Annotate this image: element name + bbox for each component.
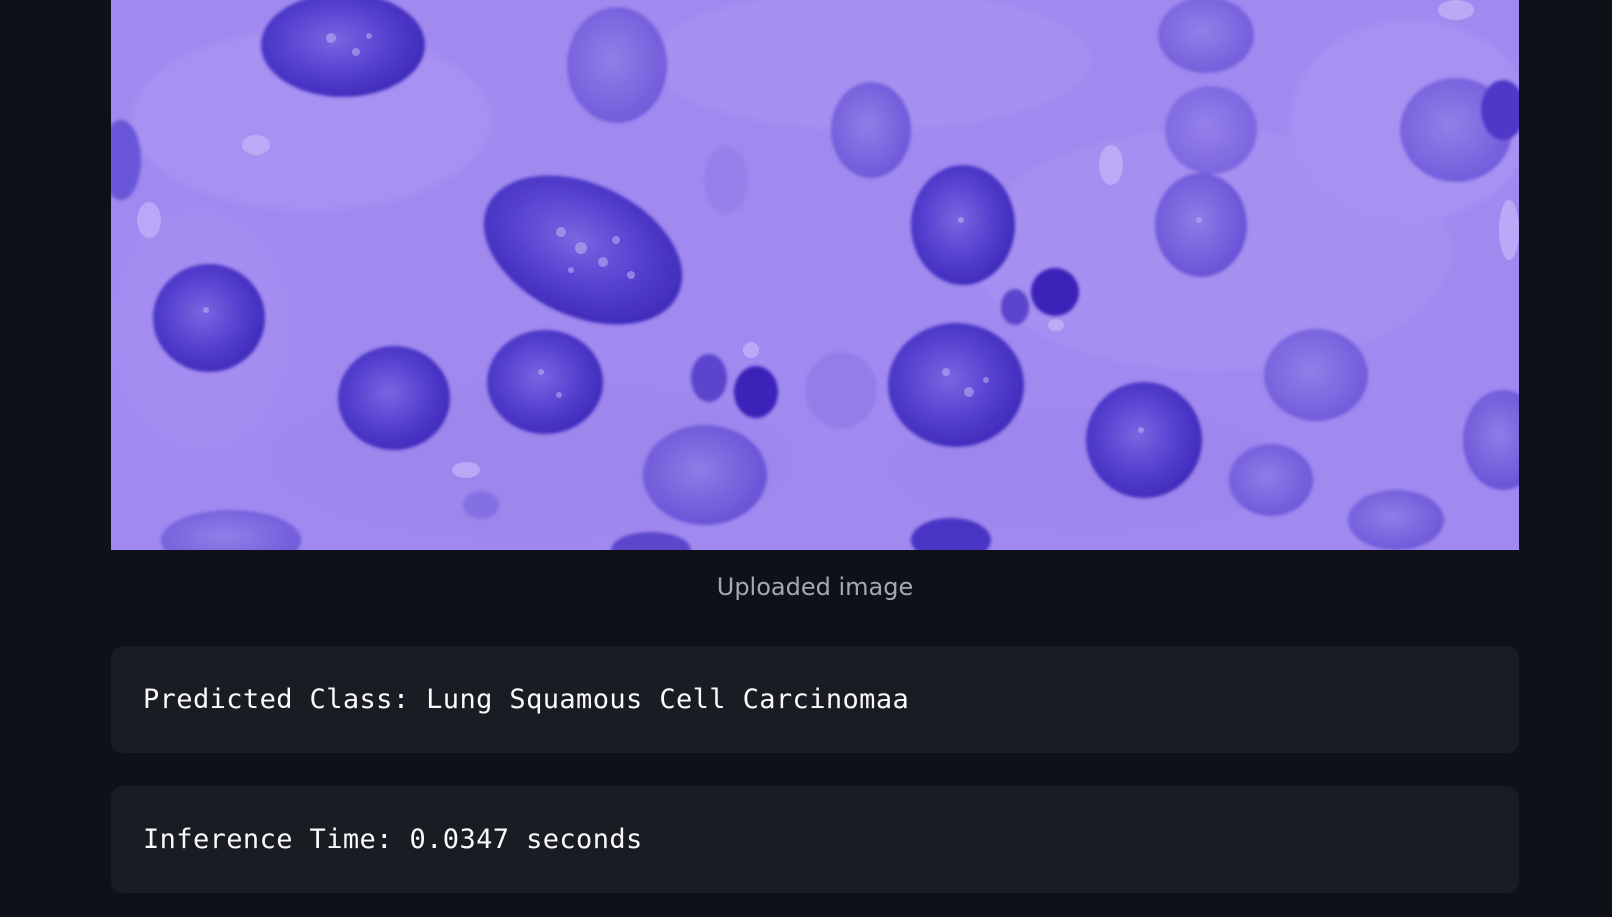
inference-time-block: Inference Time: 0.0347 seconds [111, 786, 1519, 893]
image-caption: Uploaded image [716, 573, 914, 601]
inference-time-text: Inference Time: 0.0347 seconds [143, 824, 643, 855]
uploaded-image [111, 0, 1519, 550]
predicted-class-text: Predicted Class: Lung Squamous Cell Carc… [143, 684, 910, 715]
app-main: Uploaded image Predicted Class: Lung Squ… [0, 0, 1612, 917]
histology-image-svg [111, 0, 1519, 550]
predicted-class-block: Predicted Class: Lung Squamous Cell Carc… [111, 646, 1519, 753]
